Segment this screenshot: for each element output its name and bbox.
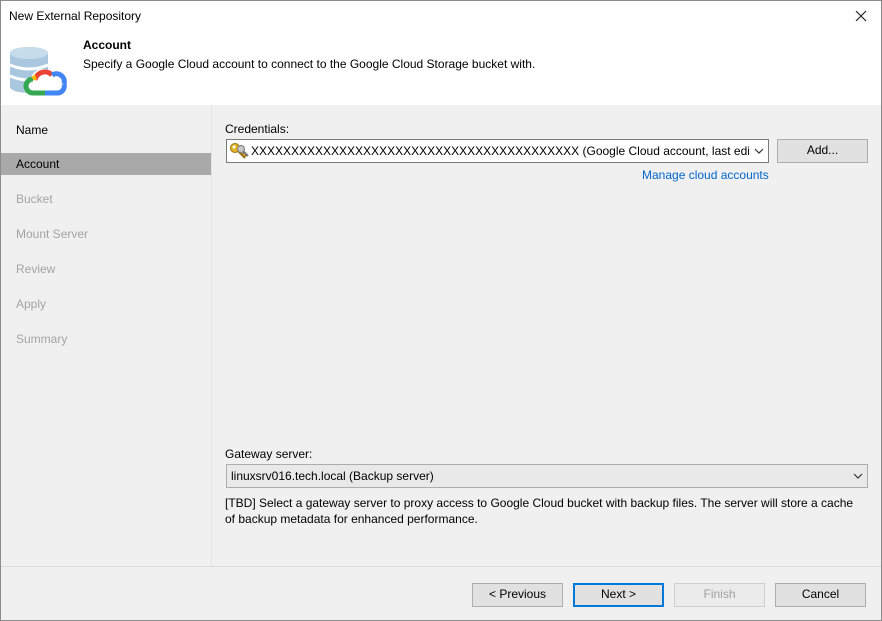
gateway-server-label: Gateway server: <box>225 447 313 461</box>
credentials-label: Credentials: <box>225 122 290 136</box>
gateway-server-hint: [TBD] Select a gateway server to proxy a… <box>225 496 854 526</box>
finish-button: Finish <box>674 583 765 607</box>
page-description: Specify a Google Cloud account to connec… <box>83 57 536 71</box>
wizard-content: Credentials: XXXXXXXXXXXXXXXXXXXXXXXXXXX… <box>211 105 881 566</box>
gateway-server-dropdown[interactable]: linuxsrv016.tech.local (Backup server) <box>226 464 868 488</box>
close-icon <box>855 10 867 22</box>
step-account[interactable]: Account <box>1 153 211 175</box>
chevron-down-icon <box>754 148 764 154</box>
key-icon <box>230 143 249 159</box>
next-button[interactable]: Next > <box>573 583 664 607</box>
step-summary: Summary <box>16 332 68 346</box>
wizard-footer: < Previous Next > Finish Cancel <box>1 566 881 620</box>
title-bar: New External Repository <box>1 1 881 31</box>
wizard-window: New External Repository Account Specify … <box>0 0 882 621</box>
google-cloud-database-icon <box>9 47 67 96</box>
gateway-server-value: linuxsrv016.tech.local (Backup server) <box>231 469 434 483</box>
step-apply: Apply <box>16 297 47 311</box>
wizard-steps: Name Account Bucket Mount Server Review … <box>1 105 211 566</box>
credentials-dropdown[interactable]: XXXXXXXXXXXXXXXXXXXXXXXXXXXXXXXXXXXXXXXX… <box>226 139 769 163</box>
manage-cloud-accounts-link[interactable]: Manage cloud accounts <box>642 168 769 182</box>
close-button[interactable] <box>847 3 875 29</box>
credentials-value: XXXXXXXXXXXXXXXXXXXXXXXXXXXXXXXXXXXXXXXX… <box>251 144 749 158</box>
previous-button[interactable]: < Previous <box>472 583 563 607</box>
step-name[interactable]: Name <box>1 119 211 141</box>
step-review: Review <box>16 262 56 276</box>
step-mount-server: Mount Server <box>16 227 89 241</box>
chevron-down-icon <box>853 473 863 479</box>
window-title: New External Repository <box>9 9 142 23</box>
page-title: Account <box>83 38 131 52</box>
wizard-header: Account Specify a Google Cloud account t… <box>1 31 881 105</box>
cancel-button[interactable]: Cancel <box>775 583 866 607</box>
step-bucket: Bucket <box>16 192 53 206</box>
credentials-value-clip: XXXXXXXXXXXXXXXXXXXXXXXXXXXXXXXXXXXXXXXX… <box>249 140 749 162</box>
add-credentials-button[interactable]: Add... <box>777 139 868 163</box>
